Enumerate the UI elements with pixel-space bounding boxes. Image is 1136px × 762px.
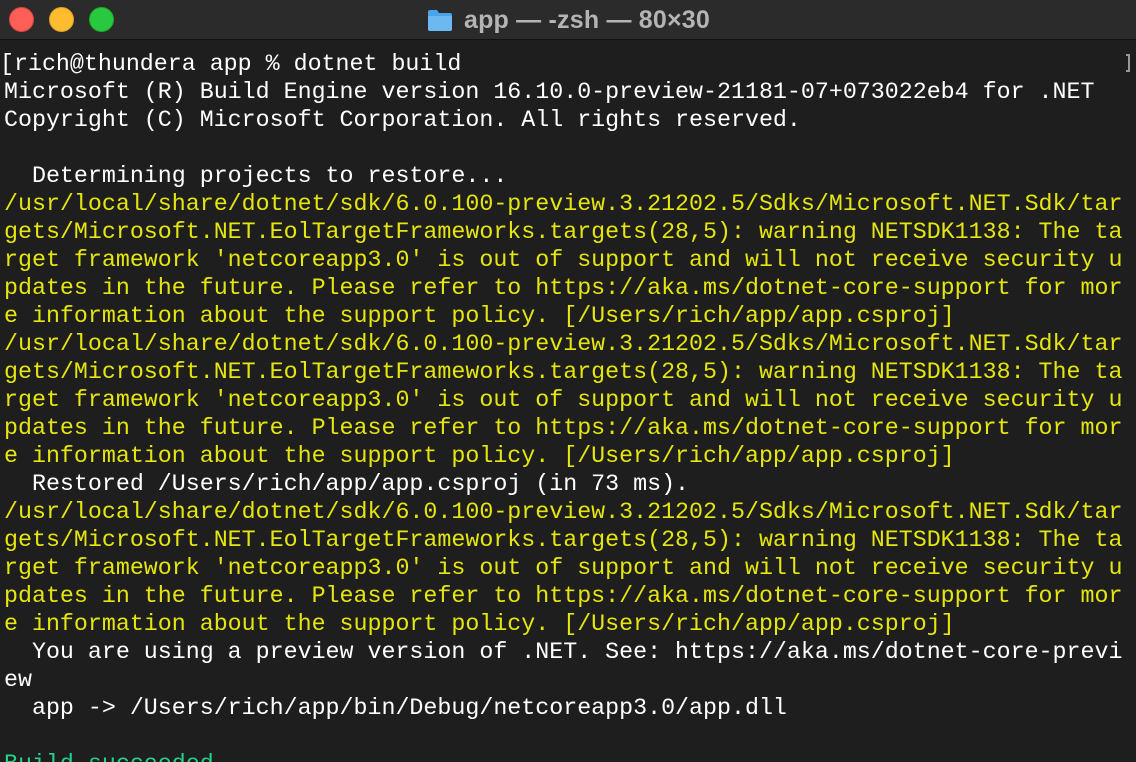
- output-line: Microsoft (R) Build Engine version 16.10…: [4, 79, 1095, 105]
- warning-line: /usr/local/share/dotnet/sdk/6.0.100-prev…: [4, 499, 1123, 525]
- window-title: app — -zsh — 80×30: [463, 5, 711, 34]
- warning-line: e information about the support policy. …: [4, 611, 955, 637]
- warning-line: gets/Microsoft.NET.EolTargetFrameworks.t…: [4, 219, 1123, 245]
- warning-line: /usr/local/share/dotnet/sdk/6.0.100-prev…: [4, 191, 1123, 217]
- title-bar[interactable]: app — -zsh — 80×30: [0, 0, 1136, 40]
- warning-line: e information about the support policy. …: [4, 303, 955, 329]
- warning-line: rget framework 'netcoreapp3.0' is out of…: [4, 387, 1123, 413]
- output-line: Restored /Users/rich/app/app.csproj (in …: [4, 471, 690, 497]
- terminal-window: app — -zsh — 80×30 [rich@thundera app % …: [0, 0, 1136, 762]
- warning-line: pdates in the future. Please refer to ht…: [4, 275, 1123, 301]
- warning-line: pdates in the future. Please refer to ht…: [4, 415, 1123, 441]
- output-line: ew: [4, 667, 32, 693]
- warning-line: gets/Microsoft.NET.EolTargetFrameworks.t…: [4, 359, 1123, 385]
- output-line: app -> /Users/rich/app/bin/Debug/netcore…: [4, 695, 787, 721]
- output-line: Copyright (C) Microsoft Corporation. All…: [4, 107, 801, 133]
- output-line: Determining projects to restore...: [4, 163, 508, 189]
- terminal-output[interactable]: [rich@thundera app % dotnet build Microso…: [0, 50, 1136, 762]
- warning-line: e information about the support policy. …: [4, 443, 955, 469]
- success-line: Build succeeded.: [0, 750, 1136, 762]
- folder-icon: [426, 6, 454, 34]
- warning-line: pdates in the future. Please refer to ht…: [4, 583, 1123, 609]
- scroll-marker: [1126, 54, 1130, 72]
- warning-line: /usr/local/share/dotnet/sdk/6.0.100-prev…: [4, 331, 1123, 357]
- window-title-group: app — -zsh — 80×30: [0, 0, 1136, 40]
- warning-line: rget framework 'netcoreapp3.0' is out of…: [4, 247, 1123, 273]
- output-line: You are using a preview version of .NET.…: [4, 639, 1123, 665]
- warning-line: gets/Microsoft.NET.EolTargetFrameworks.t…: [4, 527, 1123, 553]
- warning-line: rget framework 'netcoreapp3.0' is out of…: [4, 555, 1123, 581]
- prompt-line: [rich@thundera app % dotnet build: [0, 51, 462, 77]
